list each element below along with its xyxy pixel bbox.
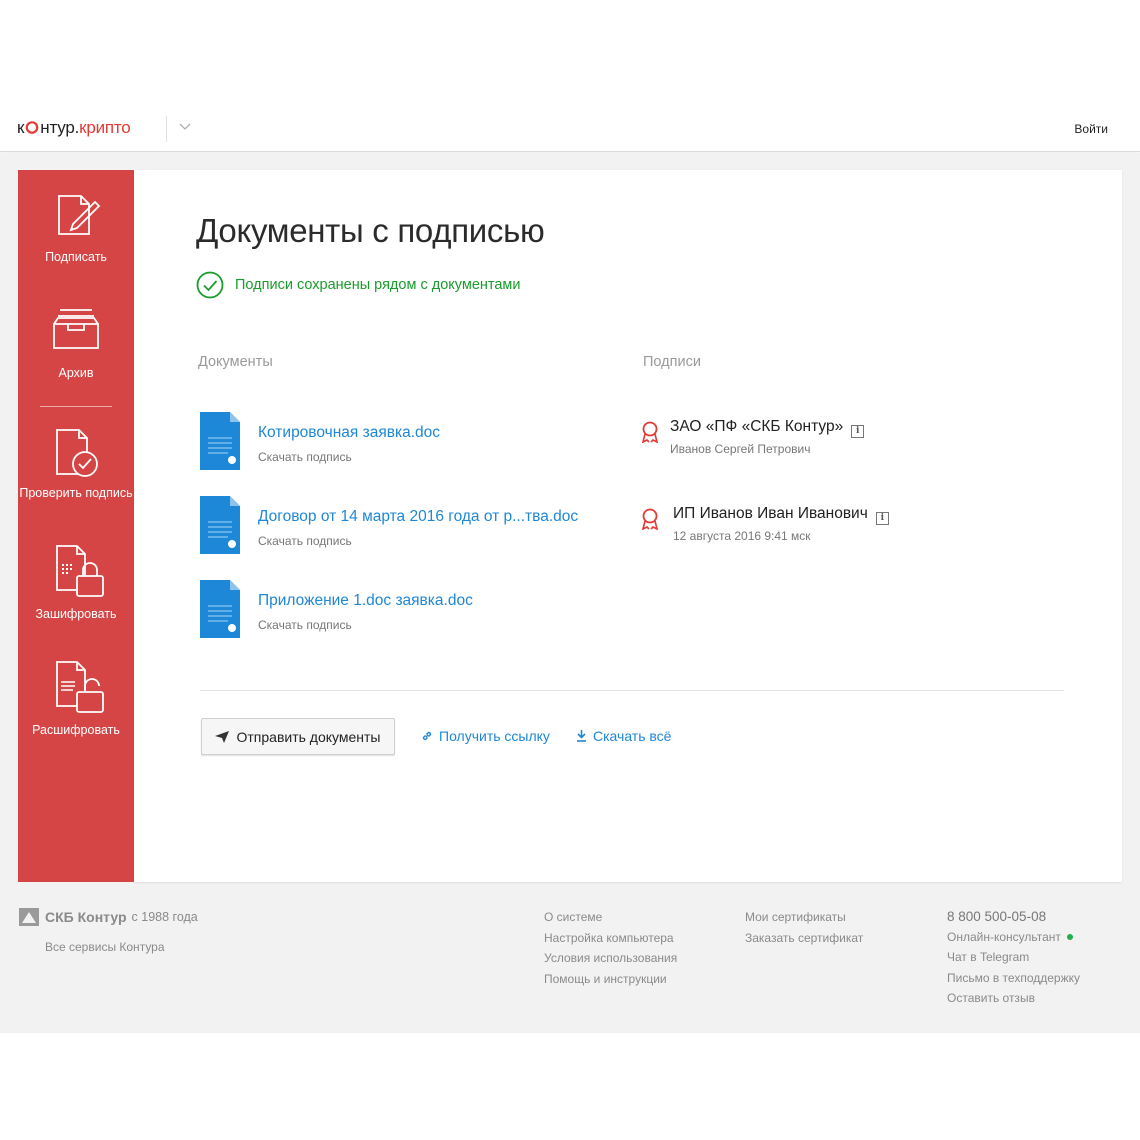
page-title: Документы с подписью [196, 212, 545, 249]
sidebar-item-encrypt[interactable]: Зашифровать [18, 542, 134, 622]
encrypt-lock-icon [56, 545, 104, 597]
footer-link-feedback[interactable]: Оставить отзыв [947, 991, 1080, 1012]
success-text: Подписи сохранены рядом с документами [235, 277, 521, 293]
certificate-ribbon-icon [641, 421, 659, 443]
footer-link-setup[interactable]: Настройка компьютера [544, 931, 677, 952]
sidebar-item-archive[interactable]: Архив [18, 304, 134, 381]
sidebar-item-decrypt[interactable]: Расшифровать [18, 658, 134, 738]
sidebar-item-sign[interactable]: Подписать [18, 188, 134, 265]
sidebar-item-label: Проверить подпись [19, 486, 133, 500]
archive-tray-icon [53, 309, 99, 349]
all-services-link[interactable]: Все сервисы Контура [45, 940, 165, 954]
link-icon [422, 731, 432, 741]
download-signature-link[interactable]: Скачать подпись [258, 534, 352, 548]
main-card: Документы с подписью Подписи сохранены р… [134, 170, 1122, 882]
signed-document-icon [200, 496, 240, 554]
document-name-link[interactable]: Договор от 14 марта 2016 года от р...тва… [258, 508, 578, 526]
online-status-dot [1066, 933, 1073, 940]
paper-plane-icon [215, 730, 230, 743]
footer-column-info: О системе Настройка компьютера Условия и… [544, 910, 677, 992]
signer-organization[interactable]: ИП Иванов Иван Иванович i [673, 505, 889, 525]
top-header: к нтур.крипто Войти [0, 108, 1140, 152]
section-divider [200, 690, 1064, 691]
info-icon[interactable]: i [875, 512, 889, 525]
decrypt-unlock-icon [56, 661, 104, 713]
success-message: Подписи сохранены рядом с документами [196, 270, 521, 300]
footer-column-support: 8 800 500-05-08 Онлайн-консультант Чат в… [947, 909, 1080, 1012]
skb-kontur-logo[interactable]: СКБ Контур с 1988 года [19, 908, 198, 926]
kontur-crypto-logo[interactable]: к нтур.крипто [17, 118, 131, 138]
logo-letter-k: к [17, 118, 25, 137]
document-name-link[interactable]: Приложение 1.doc заявка.doc [258, 592, 473, 610]
logo-text-ntur: нтур. [40, 118, 80, 137]
footer-brand: СКБ Контур [45, 909, 127, 925]
footer-link-terms[interactable]: Условия использования [544, 951, 677, 972]
sign-document-icon [58, 195, 101, 235]
check-circle-icon [196, 271, 224, 299]
verify-document-icon [56, 429, 98, 477]
get-link-button[interactable]: Получить ссылку [421, 728, 550, 744]
footer-link-my-certificates[interactable]: Мои сертификаты [745, 910, 863, 931]
signer-organization-text: ИП Иванов Иван Иванович [673, 505, 868, 522]
sidebar-divider [40, 406, 112, 407]
signature-timestamp: 12 августа 2016 9:41 мск [673, 529, 811, 543]
signed-document-icon [200, 412, 240, 470]
signer-organization[interactable]: ЗАО «ПФ «СКБ Контур» i [670, 418, 865, 438]
footer-link-help[interactable]: Помощь и инструкции [544, 972, 677, 993]
sidebar-item-verify[interactable]: Проверить подпись [18, 426, 134, 501]
logo-text-crypto: крипто [79, 118, 131, 137]
footer-since: с 1988 года [131, 910, 198, 924]
document-name-link[interactable]: Котировочная заявка.doc [258, 424, 440, 442]
footer-link-telegram[interactable]: Чат в Telegram [947, 950, 1080, 971]
download-signature-link[interactable]: Скачать подпись [258, 450, 352, 464]
sidebar: Подписать Архив Проверить подпись Зашифр… [18, 170, 134, 882]
send-documents-label: Отправить документы [236, 728, 381, 745]
footer-link-support-email[interactable]: Письмо в техподдержку [947, 971, 1080, 992]
certificate-ribbon-icon [641, 508, 659, 530]
signer-organization-text: ЗАО «ПФ «СКБ Контур» [670, 418, 844, 435]
login-link[interactable]: Войти [1074, 122, 1108, 136]
logo-separator [166, 116, 167, 142]
chevron-down-icon[interactable] [178, 120, 192, 132]
documents-column-header: Документы [198, 354, 273, 370]
signer-person: Иванов Сергей Петрович [670, 442, 811, 456]
signatures-column-header: Подписи [643, 354, 701, 370]
footer-column-certificates: Мои сертификаты Заказать сертификат [745, 910, 863, 951]
sidebar-item-label: Зашифровать [35, 607, 117, 621]
download-icon [577, 730, 586, 742]
logo-cloud-icon [25, 121, 39, 134]
footer-link-order-certificate[interactable]: Заказать сертификат [745, 931, 863, 952]
sidebar-item-label: Архив [58, 366, 94, 380]
download-all-label: Скачать всё [593, 728, 672, 744]
footer-link-online-consultant[interactable]: Онлайн-консультант [947, 930, 1080, 951]
info-icon[interactable]: i [851, 425, 865, 438]
download-all-button[interactable]: Скачать всё [576, 728, 671, 744]
sidebar-item-label: Расшифровать [32, 723, 120, 737]
get-link-label: Получить ссылку [439, 728, 550, 744]
support-phone: 8 800 500-05-08 [947, 909, 1047, 924]
footer-link-about[interactable]: О системе [544, 910, 677, 931]
signed-document-icon [200, 580, 240, 638]
send-documents-button[interactable]: Отправить документы [201, 718, 395, 755]
online-consultant-label: Онлайн-консультант [947, 929, 1061, 944]
download-signature-link[interactable]: Скачать подпись [258, 618, 352, 632]
skb-kontur-logo-icon [19, 908, 39, 926]
sidebar-item-label: Подписать [45, 250, 107, 264]
